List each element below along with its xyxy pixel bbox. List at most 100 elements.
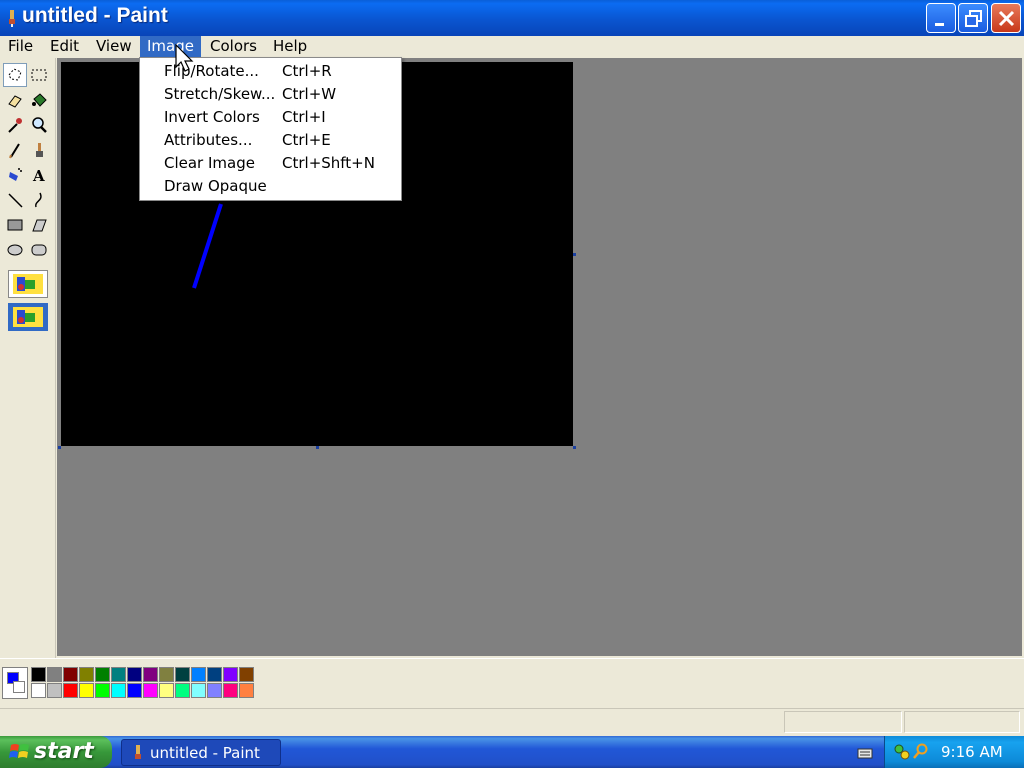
palette-swatch[interactable] bbox=[127, 667, 142, 682]
magnifier-icon[interactable] bbox=[27, 113, 51, 137]
start-button[interactable]: start bbox=[0, 736, 112, 768]
menu-colors[interactable]: Colors bbox=[203, 36, 264, 58]
ellipse-icon[interactable] bbox=[3, 238, 27, 262]
palette-swatch[interactable] bbox=[63, 667, 78, 682]
palette-swatch[interactable] bbox=[95, 683, 110, 698]
pencil-icon[interactable] bbox=[3, 138, 27, 162]
title-bar[interactable]: untitled - Paint bbox=[0, 0, 1024, 36]
palette-swatch[interactable] bbox=[159, 667, 174, 682]
menu-item-shortcut: Ctrl+I bbox=[282, 108, 326, 126]
resize-handle-right[interactable] bbox=[573, 253, 576, 256]
opaque-option-icon bbox=[13, 274, 43, 294]
palette-swatch[interactable] bbox=[79, 667, 94, 682]
text-icon[interactable]: A bbox=[27, 163, 51, 187]
rounded-rectangle-icon[interactable] bbox=[27, 238, 51, 262]
menu-item-clear-image[interactable]: Clear Image Ctrl+Shft+N bbox=[140, 152, 401, 175]
palette-swatch[interactable] bbox=[207, 667, 222, 682]
palette-swatch[interactable] bbox=[239, 683, 254, 698]
background-color bbox=[13, 681, 25, 693]
resize-handle-bottom[interactable] bbox=[316, 446, 319, 449]
network-icon[interactable] bbox=[893, 743, 911, 761]
palette-swatch[interactable] bbox=[79, 683, 94, 698]
line-icon[interactable] bbox=[3, 188, 27, 212]
color-picker-icon[interactable] bbox=[3, 113, 27, 137]
menu-item-label: Draw Opaque bbox=[164, 177, 267, 195]
clock: 9:16 AM bbox=[941, 743, 1003, 761]
close-button[interactable] bbox=[991, 3, 1021, 33]
keyboard-icon[interactable] bbox=[857, 745, 873, 761]
menu-view[interactable]: View bbox=[89, 36, 139, 58]
curve-icon[interactable] bbox=[27, 188, 51, 212]
palette-swatch[interactable] bbox=[239, 667, 254, 682]
menu-item-attributes[interactable]: Attributes... Ctrl+E bbox=[140, 129, 401, 152]
brush-icon[interactable] bbox=[27, 138, 51, 162]
menu-item-shortcut: Ctrl+W bbox=[282, 85, 337, 103]
menu-edit[interactable]: Edit bbox=[43, 36, 86, 58]
transparency-option-opaque[interactable] bbox=[8, 270, 48, 298]
menu-item-invert-colors[interactable]: Invert Colors Ctrl+I bbox=[140, 106, 401, 129]
toolbox: A bbox=[0, 58, 56, 658]
menu-item-label: Stretch/Skew... bbox=[164, 85, 276, 103]
airbrush-icon[interactable] bbox=[3, 163, 27, 187]
search-icon[interactable] bbox=[912, 742, 930, 760]
palette-swatch[interactable] bbox=[143, 667, 158, 682]
polygon-icon[interactable] bbox=[27, 213, 51, 237]
taskbar-item-label: untitled - Paint bbox=[150, 744, 260, 762]
palette-swatch[interactable] bbox=[175, 683, 190, 698]
taskbar-item-paint[interactable]: untitled - Paint bbox=[121, 739, 281, 766]
status-position-panel bbox=[784, 711, 902, 733]
mouse-cursor-icon bbox=[175, 44, 194, 72]
palette-swatch[interactable] bbox=[223, 683, 238, 698]
menu-item-label: Invert Colors bbox=[164, 108, 260, 126]
palette-swatch[interactable] bbox=[47, 667, 62, 682]
transparency-option-transparent[interactable] bbox=[8, 303, 48, 331]
palette-swatch[interactable] bbox=[143, 683, 158, 698]
menu-item-label: Attributes... bbox=[164, 131, 253, 149]
menu-item-shortcut: Ctrl+Shft+N bbox=[282, 154, 375, 172]
paint-app-icon bbox=[9, 10, 15, 27]
palette-swatch[interactable] bbox=[95, 667, 110, 682]
color-palette bbox=[0, 658, 1024, 708]
menu-item-shortcut: Ctrl+E bbox=[282, 131, 331, 149]
taskbar: start untitled - Paint 9:16 AM bbox=[0, 736, 1024, 768]
resize-handle-corner[interactable] bbox=[573, 446, 576, 449]
palette-swatch[interactable] bbox=[31, 683, 46, 698]
palette-swatch[interactable] bbox=[191, 667, 206, 682]
palette-swatch[interactable] bbox=[47, 683, 62, 698]
palette-swatch[interactable] bbox=[175, 667, 190, 682]
palette-swatch[interactable] bbox=[191, 683, 206, 698]
palette-swatch[interactable] bbox=[111, 683, 126, 698]
windows-logo-icon bbox=[9, 744, 29, 758]
menu-item-stretch-skew[interactable]: Stretch/Skew... Ctrl+W bbox=[140, 83, 401, 106]
palette-swatch[interactable] bbox=[223, 667, 238, 682]
select-icon[interactable] bbox=[27, 63, 51, 87]
fill-bucket-icon[interactable] bbox=[27, 88, 51, 112]
resize-handle-bottom-left bbox=[58, 446, 61, 449]
free-form-select-icon[interactable] bbox=[3, 63, 27, 87]
blue-line-stroke bbox=[192, 203, 223, 289]
minimize-button[interactable] bbox=[926, 3, 956, 33]
palette-swatch[interactable] bbox=[63, 683, 78, 698]
restore-button[interactable] bbox=[958, 3, 988, 33]
menu-item-draw-opaque[interactable]: Draw Opaque bbox=[140, 175, 401, 198]
svg-text:A: A bbox=[32, 167, 45, 184]
menu-file[interactable]: File bbox=[1, 36, 40, 58]
palette-swatch[interactable] bbox=[111, 667, 126, 682]
window-title: untitled - Paint bbox=[22, 4, 168, 27]
rectangle-icon[interactable] bbox=[3, 213, 27, 237]
eraser-icon[interactable] bbox=[3, 88, 27, 112]
start-label: start bbox=[34, 739, 94, 764]
status-size-panel bbox=[904, 711, 1020, 733]
transparent-option-icon bbox=[13, 307, 43, 327]
palette-swatch[interactable] bbox=[31, 667, 46, 682]
palette-swatch[interactable] bbox=[207, 683, 222, 698]
close-icon bbox=[998, 10, 1015, 27]
palette-swatch[interactable] bbox=[127, 683, 142, 698]
menu-item-shortcut: Ctrl+R bbox=[282, 62, 332, 80]
restore-icon bbox=[965, 10, 982, 27]
menu-help[interactable]: Help bbox=[266, 36, 314, 58]
palette-swatch[interactable] bbox=[159, 683, 174, 698]
current-colors bbox=[2, 667, 28, 699]
menu-bar: File Edit View Image Colors Help bbox=[0, 36, 1024, 58]
image-menu-dropdown: Flip/Rotate... Ctrl+R Stretch/Skew... Ct… bbox=[139, 57, 402, 201]
